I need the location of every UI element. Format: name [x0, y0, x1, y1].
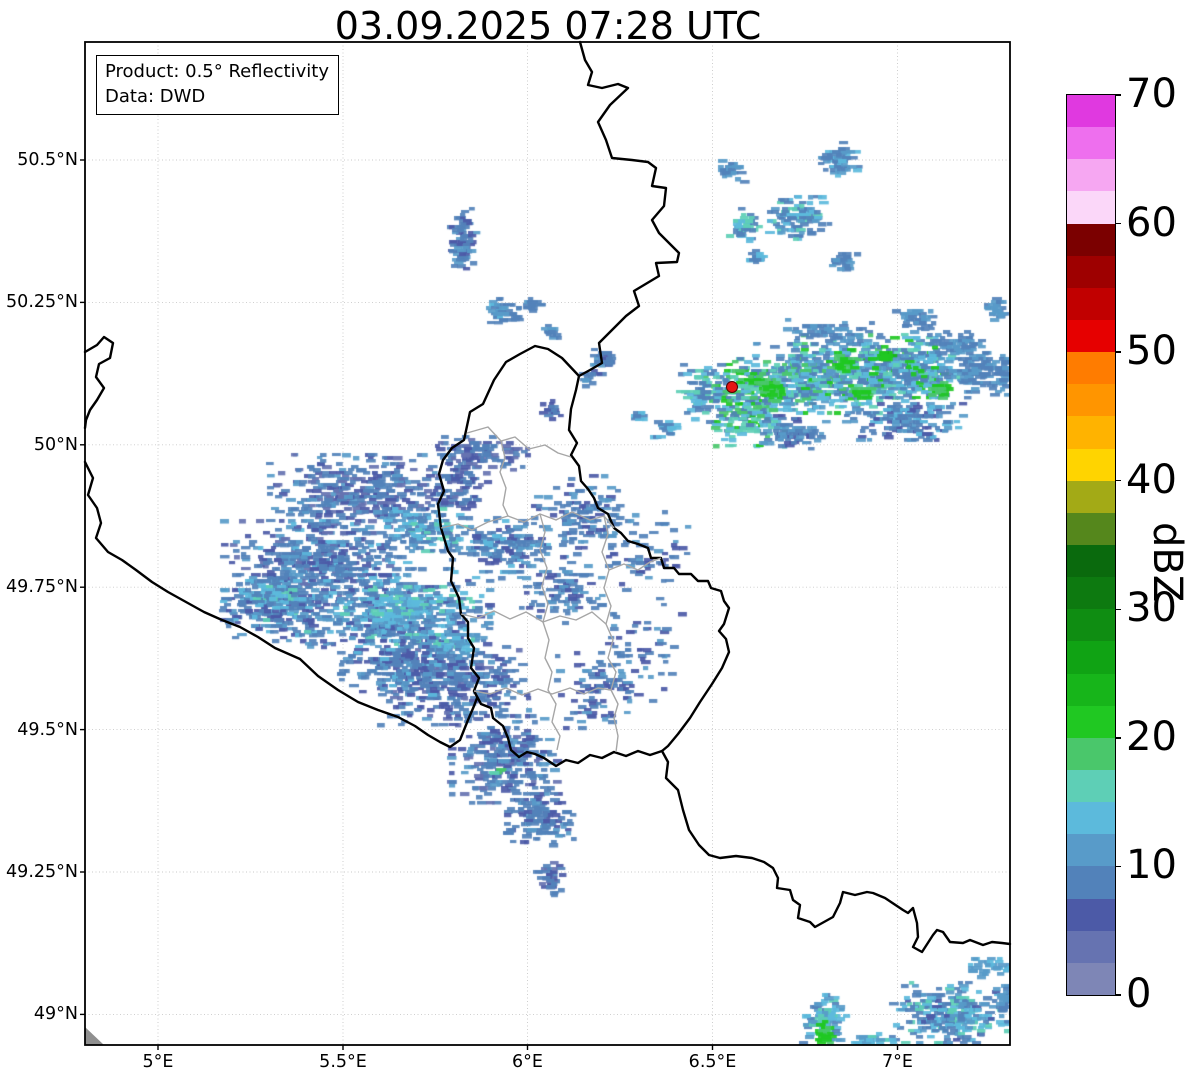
colorbar-tick	[1115, 351, 1121, 353]
colorbar-segment	[1067, 95, 1115, 128]
colorbar-segment	[1067, 737, 1115, 770]
x-axis-tick-label: 6.5°E	[688, 1052, 737, 1072]
colorbar-tick	[1115, 865, 1121, 868]
colorbar-segment	[1067, 898, 1115, 931]
colorbar-segment	[1067, 801, 1115, 835]
colorbar-segment	[1067, 383, 1115, 417]
colorbar-segment	[1067, 126, 1115, 160]
colorbar-tick	[1115, 608, 1121, 611]
radar-site-marker	[726, 381, 738, 393]
y-axis-tick-label: 50.25°N	[6, 292, 78, 313]
x-axis-tick-label: 7°E	[882, 1052, 913, 1072]
colorbar-segment	[1067, 640, 1115, 674]
colorbar-tick	[1115, 737, 1121, 739]
colorbar-segment	[1067, 962, 1115, 995]
colorbar-units-label: dBZ	[1144, 522, 1190, 603]
x-axis-tick-label: 6°E	[512, 1052, 543, 1072]
colorbar-segment	[1067, 576, 1115, 610]
annotation-data-line: Data: DWD	[105, 86, 206, 107]
y-axis-tick-label: 49.5°N	[17, 719, 78, 740]
colorbar-segment	[1067, 223, 1115, 256]
y-axis-tick-label: 49°N	[33, 1004, 78, 1025]
colorbar-tick-label: 20	[1126, 713, 1177, 760]
colorbar-segment	[1067, 190, 1115, 224]
admin-border	[473, 687, 612, 696]
colorbar-segment	[1067, 865, 1115, 899]
y-axis-tick-label: 50.5°N	[17, 150, 78, 170]
admin-border	[499, 440, 509, 517]
colorbar-segment	[1067, 415, 1115, 449]
colorbar-segment	[1067, 158, 1115, 192]
y-axis-tick-label: 50°N	[33, 434, 78, 455]
colorbar-segment	[1067, 287, 1115, 320]
colorbar-segment	[1067, 930, 1115, 963]
admin-border	[466, 426, 572, 458]
colorbar-tick	[1115, 222, 1121, 225]
plot-frame	[84, 41, 1011, 1046]
colorbar-tick-label: 40	[1126, 456, 1177, 503]
y-axis-tick-label: 49.75°N	[6, 577, 78, 598]
colorbar-tick	[1115, 994, 1121, 996]
x-axis-tick-label: 5.5°E	[319, 1052, 367, 1072]
admin-border	[440, 511, 615, 531]
country-border	[517, 749, 664, 768]
colorbar-segment	[1067, 255, 1115, 288]
colorbar-tick	[1115, 479, 1121, 482]
admin-border	[460, 610, 607, 625]
colorbar-segment	[1067, 673, 1115, 706]
country-border	[436, 344, 581, 759]
colorbar-segment	[1067, 448, 1115, 481]
annotation-box: Product: 0.5° Reflectivity Data: DWD	[96, 55, 339, 115]
colorbar-segment	[1067, 705, 1115, 738]
country-border	[577, 40, 681, 378]
x-axis-tick-label: 5°E	[142, 1052, 174, 1072]
corner-shape	[85, 1027, 104, 1045]
colorbar-tick-label: 0	[1126, 971, 1152, 1017]
admin-border	[539, 513, 561, 751]
colorbar-tick-label: 10	[1126, 842, 1177, 889]
country-border	[83, 460, 479, 749]
colorbar	[1067, 95, 1115, 995]
colorbar-segment	[1067, 769, 1115, 803]
y-axis-tick-label: 49.25°N	[6, 862, 78, 882]
colorbar-tick-label: 50	[1126, 328, 1177, 375]
colorbar-tick-label: 30	[1126, 585, 1177, 632]
colorbar-segment	[1067, 512, 1115, 545]
colorbar-tick-label: 70	[1126, 71, 1177, 117]
colorbar-segment	[1067, 351, 1115, 385]
country-border	[660, 749, 1012, 954]
colorbar-segment	[1067, 319, 1115, 353]
colorbar-tick-label: 60	[1126, 199, 1177, 246]
colorbar-segment	[1067, 544, 1115, 578]
colorbar-segment	[1067, 608, 1115, 642]
admin-border	[608, 557, 662, 571]
colorbar-tick	[1115, 94, 1121, 96]
colorbar-segment	[1067, 480, 1115, 513]
colorbar-segment	[1067, 833, 1115, 867]
annotation-product-line: Product: 0.5° Reflectivity	[105, 61, 329, 82]
country-border	[83, 335, 115, 430]
map-borders-layer	[80, 40, 1012, 1050]
admin-border	[601, 515, 619, 753]
radar-figure: 03.09.2025 07:28 UTC Product: 0.5° Refle…	[0, 0, 1202, 1081]
